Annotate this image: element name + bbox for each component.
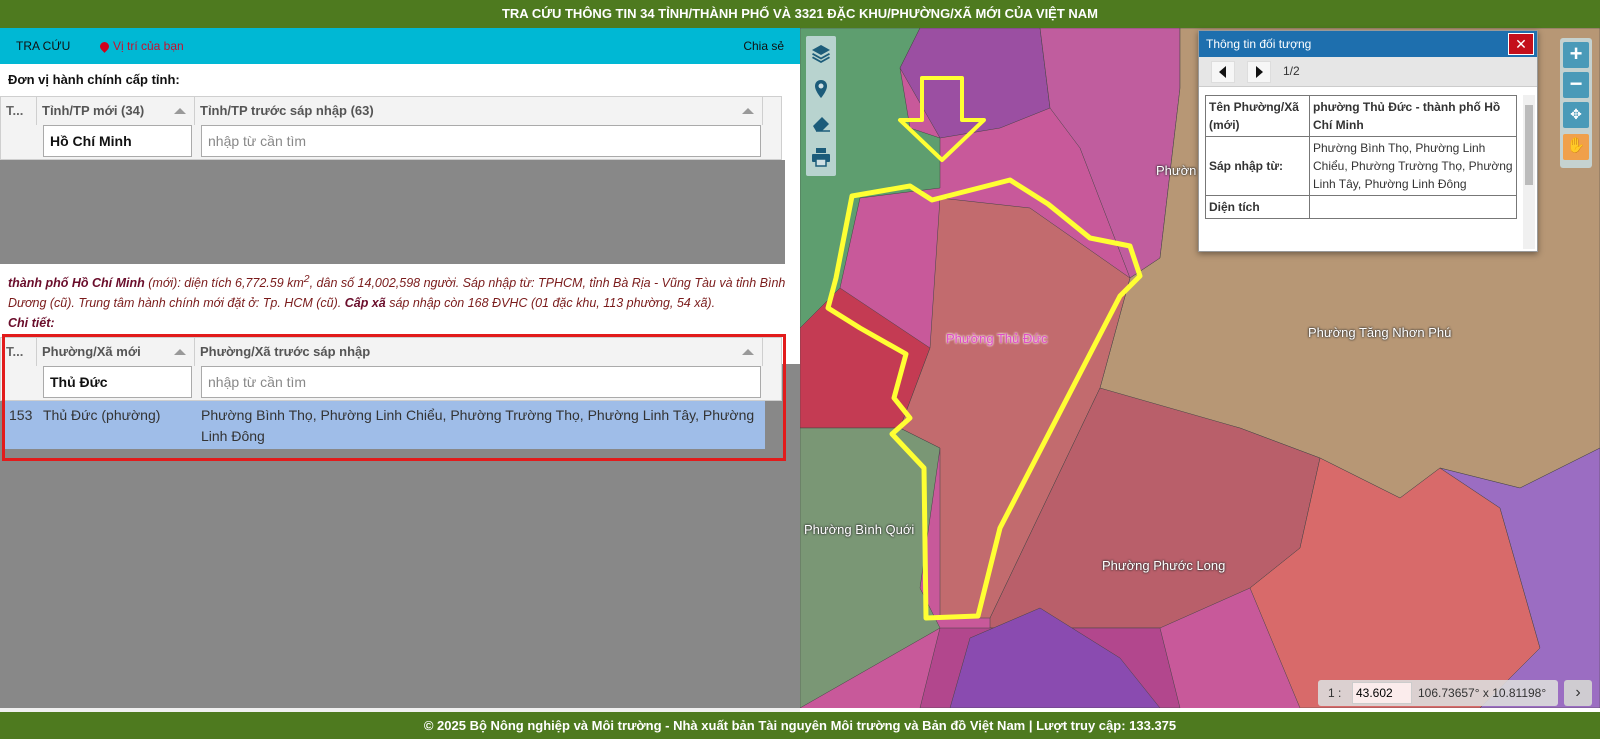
map-label-binh-quoi: Phường Bình Quới xyxy=(804,522,915,537)
province-old-filter-input[interactable] xyxy=(201,125,761,157)
feature-info-popup: Thông tin đối tượng ✕ 1/2 Tên Phường/Xã … xyxy=(1198,30,1538,252)
map-label-partial: Phườn xyxy=(1156,163,1197,178)
tab-your-location[interactable]: Vị trí của bạn xyxy=(98,28,184,64)
chevron-right-icon[interactable]: › xyxy=(1564,680,1592,706)
province-info-text: thành phố Hồ Chí Minh (mới): diện tích 6… xyxy=(8,270,793,333)
next-arrow-icon[interactable] xyxy=(1247,61,1271,83)
attr-key: Sáp nhập từ: xyxy=(1205,136,1310,196)
scale-bar: 1 : 106.73657° x 10.81198° xyxy=(1318,680,1558,706)
top-nav: TRA CỨU Vị trí của bạn Chia sẻ xyxy=(0,28,800,64)
province-col-new-label: Tỉnh/TP mới (34) xyxy=(42,103,145,118)
left-panel: TRA CỨU Vị trí của bạn Chia sẻ Đơn vị hà… xyxy=(0,28,800,708)
info-text-3: sáp nhập còn 168 ĐVHC (01 đặc khu, 113 p… xyxy=(385,296,716,311)
popup-page-count: 1/2 xyxy=(1283,64,1300,78)
popup-scrollbar[interactable] xyxy=(1523,95,1535,249)
pan-icon[interactable]: ✥ xyxy=(1563,102,1589,128)
province-col-stt[interactable]: T... xyxy=(1,97,37,125)
province-section-label: Đơn vị hành chính cấp tỉnh: xyxy=(8,72,180,87)
info-detail-label: Chi tiết: xyxy=(8,316,55,331)
popup-header: Thông tin đối tượng ✕ xyxy=(1199,31,1537,57)
print-icon[interactable] xyxy=(810,146,832,168)
app-title: TRA CỨU THÔNG TIN 34 TỈNH/THÀNH PHỐ VÀ 3… xyxy=(0,0,1600,28)
table-row: Diện tích xyxy=(1205,195,1517,219)
province-col-old[interactable]: Tỉnh/TP trước sáp nhập (63) xyxy=(195,97,763,125)
sort-icon xyxy=(742,108,754,114)
scale-input[interactable] xyxy=(1352,682,1412,704)
prev-arrow-icon[interactable] xyxy=(1211,61,1235,83)
marker-icon[interactable] xyxy=(810,78,832,100)
province-col-old-label: Tỉnh/TP trước sáp nhập (63) xyxy=(200,103,374,118)
attr-key: Tên Phường/Xã (mới) xyxy=(1205,95,1310,137)
map-label-phuoc-long: Phường Phước Long xyxy=(1102,558,1226,573)
table-row: Sáp nhập từ: Phường Bình Thọ, Phường Lin… xyxy=(1205,136,1517,196)
attr-value: phường Thủ Đức - thành phố Hồ Chí Minh xyxy=(1309,95,1517,137)
map-label-thu-duc: Phường Thủ Đức xyxy=(946,331,1048,346)
share-button[interactable]: Chia sẻ xyxy=(743,28,784,64)
map-label-tang-nhon-phu: Phường Tăng Nhơn Phú xyxy=(1308,325,1452,340)
footer: © 2025 Bộ Nông nghiệp và Môi trường - Nh… xyxy=(0,712,1600,739)
coordinate-readout: 106.73657° x 10.81198° xyxy=(1418,686,1547,700)
hand-icon[interactable]: ✋ xyxy=(1563,134,1589,160)
sort-icon xyxy=(174,108,186,114)
province-grid-empty-area xyxy=(0,160,785,264)
popup-pager: 1/2 xyxy=(1199,57,1537,87)
popup-attribute-table: Tên Phường/Xã (mới) phường Thủ Đức - thà… xyxy=(1205,95,1517,219)
eraser-icon[interactable] xyxy=(810,112,832,134)
tab-your-location-label: Vị trí của bạn xyxy=(113,39,184,53)
attr-value: Phường Bình Thọ, Phường Linh Chiểu, Phườ… xyxy=(1309,136,1517,196)
close-icon[interactable]: ✕ xyxy=(1508,33,1534,55)
scrollbar-thumb[interactable] xyxy=(1525,105,1533,185)
map-toolbar xyxy=(806,36,836,176)
attr-key: Diện tích xyxy=(1205,195,1310,219)
info-city-name: thành phố Hồ Chí Minh xyxy=(8,276,145,291)
scale-prefix: 1 : xyxy=(1328,686,1342,700)
popup-title: Thông tin đối tượng xyxy=(1206,37,1312,51)
zoom-in-button[interactable]: + xyxy=(1563,42,1589,68)
highlight-box xyxy=(2,334,786,461)
popup-body: Tên Phường/Xã (mới) phường Thủ Đức - thà… xyxy=(1205,95,1517,249)
location-pin-icon xyxy=(98,40,111,53)
attr-value xyxy=(1309,195,1517,219)
tab-search[interactable]: TRA CỨU xyxy=(16,28,70,64)
table-row: Tên Phường/Xã (mới) phường Thủ Đức - thà… xyxy=(1205,95,1517,137)
province-new-filter-input[interactable] xyxy=(43,125,192,157)
zoom-out-button[interactable]: − xyxy=(1563,72,1589,98)
info-text-1: (mới): diện tích 6,772.59 km xyxy=(144,276,304,291)
zoom-controls: + − ✥ ✋ xyxy=(1560,38,1592,168)
layers-icon[interactable] xyxy=(810,42,832,64)
province-col-new[interactable]: Tỉnh/TP mới (34) xyxy=(37,97,195,125)
info-cap-xa: Cấp xã xyxy=(344,296,386,311)
province-grid: T... Tỉnh/TP mới (34) Tỉnh/TP trước sáp … xyxy=(0,96,782,160)
